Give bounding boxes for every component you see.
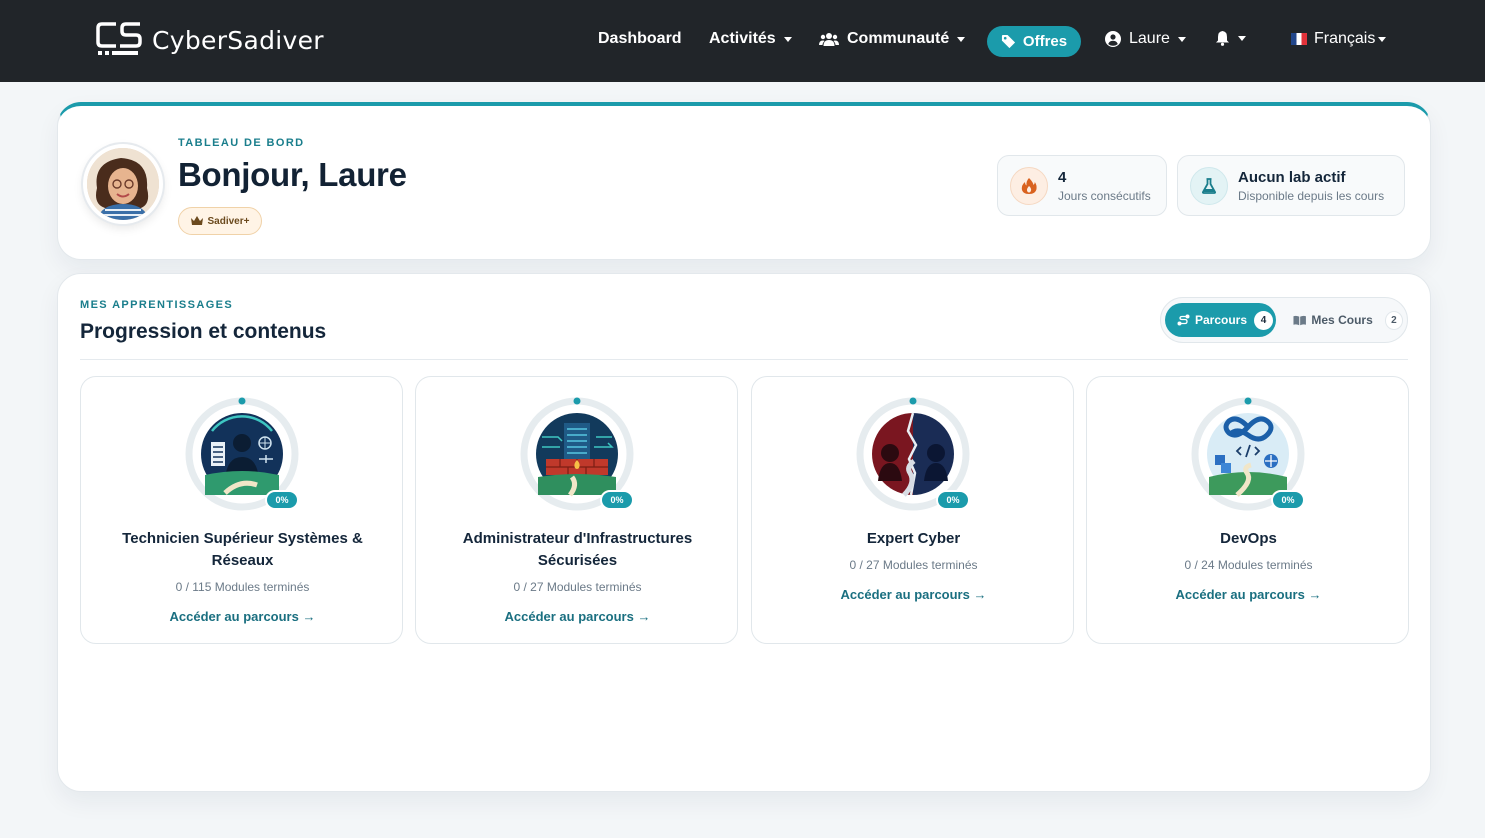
progress-badge: 0% bbox=[1271, 490, 1305, 510]
language-label: Français bbox=[1314, 30, 1376, 47]
caret-down-icon bbox=[1238, 35, 1246, 41]
nav-dashboard-label: Dashboard bbox=[598, 30, 682, 47]
section-divider bbox=[80, 359, 1408, 360]
path-card-devops[interactable]: 0% DevOps 0 / 24 Modules terminés Accéde… bbox=[1086, 376, 1409, 644]
progress-badge: 0% bbox=[600, 490, 634, 510]
lab-stat[interactable]: Aucun lab actif Disponible depuis les co… bbox=[1177, 155, 1405, 216]
tag-icon bbox=[1001, 34, 1015, 49]
arrow-right-icon: → bbox=[302, 609, 316, 624]
tab-parcours[interactable]: Parcours 4 bbox=[1165, 303, 1276, 337]
caret-down-icon bbox=[957, 36, 966, 42]
subscription-badge-label: Sadiver+ bbox=[207, 215, 250, 227]
arrow-right-icon: → bbox=[637, 609, 651, 624]
nav-activites-label: Activités bbox=[709, 30, 776, 47]
book-open-icon bbox=[1293, 315, 1306, 325]
brand-name: CyberSadiver bbox=[152, 25, 324, 55]
path-modules: 0 / 24 Modules terminés bbox=[1184, 558, 1313, 572]
crown-icon bbox=[190, 216, 203, 225]
nav-user-dropdown[interactable]: Laure bbox=[1105, 30, 1186, 48]
path-cta-label: Accéder au parcours bbox=[169, 609, 299, 624]
users-icon bbox=[819, 32, 839, 46]
top-navbar: CyberSadiver Dashboard Activités Communa… bbox=[0, 0, 1485, 82]
lab-value: Aucun lab actif bbox=[1238, 168, 1346, 186]
path-title: Technicien Supérieur Systèmes & Réseaux bbox=[122, 530, 363, 569]
tab-mes-cours[interactable]: Mes Cours 2 bbox=[1289, 303, 1403, 337]
user-circle-icon bbox=[1105, 31, 1121, 47]
path-card-ais[interactable]: 0% Administrateur d'Infrastructures Sécu… bbox=[415, 376, 738, 644]
page-title: Bonjour, Laure bbox=[178, 156, 407, 193]
path-cta-link[interactable]: Accéder au parcours → bbox=[772, 587, 1055, 602]
route-icon bbox=[1177, 314, 1190, 326]
tab-mes-cours-label: Mes Cours bbox=[1311, 313, 1373, 327]
nav-dashboard[interactable]: Dashboard bbox=[598, 30, 682, 48]
subscription-badge: Sadiver+ bbox=[178, 207, 262, 235]
path-modules: 0 / 27 Modules terminés bbox=[849, 558, 978, 572]
brand[interactable]: CyberSadiver bbox=[96, 20, 324, 60]
path-cta-label: Accéder au parcours bbox=[840, 587, 970, 602]
path-modules: 0 / 27 Modules terminés bbox=[513, 580, 642, 594]
user-photo bbox=[87, 148, 159, 220]
streak-value: 4 bbox=[1058, 168, 1067, 186]
nav-user-label: Laure bbox=[1129, 30, 1170, 47]
fire-icon bbox=[1010, 166, 1048, 205]
path-cta-label: Accéder au parcours bbox=[504, 609, 634, 624]
tab-mes-cours-count: 2 bbox=[1384, 310, 1403, 330]
flask-icon bbox=[1190, 166, 1228, 205]
path-title: Expert Cyber bbox=[866, 530, 961, 547]
progress-badge: 0% bbox=[265, 490, 299, 510]
tab-parcours-count: 4 bbox=[1254, 310, 1274, 330]
arrow-right-icon: → bbox=[973, 587, 987, 602]
caret-down-icon bbox=[1378, 36, 1387, 42]
section-title: Progression et contenus bbox=[80, 320, 327, 343]
streak-label: Jours consécutifs bbox=[1058, 188, 1151, 203]
nav-communaute-label: Communauté bbox=[847, 30, 950, 47]
path-title: DevOps bbox=[1220, 530, 1277, 547]
page-eyebrow: TABLEAU DE BORD bbox=[178, 137, 305, 149]
offres-button[interactable]: Offres bbox=[987, 26, 1081, 57]
streak-stat: 4 Jours consécutifs bbox=[997, 155, 1167, 216]
nav-communaute-dropdown[interactable]: Communauté bbox=[819, 30, 966, 48]
content-toggle: Parcours 4 Mes Cours 2 bbox=[1160, 297, 1408, 343]
arrow-right-icon: → bbox=[1308, 587, 1322, 602]
language-dropdown[interactable]: Français bbox=[1291, 30, 1387, 48]
path-title: Administrateur d'Infrastructures Sécuris… bbox=[462, 530, 693, 569]
path-cta-link[interactable]: Accéder au parcours → bbox=[101, 609, 384, 624]
brand-logo-icon bbox=[96, 22, 142, 55]
offres-label: Offres bbox=[1022, 33, 1068, 50]
caret-down-icon bbox=[783, 36, 792, 42]
path-cta-link[interactable]: Accéder au parcours → bbox=[1107, 587, 1390, 602]
caret-down-icon bbox=[1177, 36, 1186, 42]
nav-activites-dropdown[interactable]: Activités bbox=[709, 30, 792, 48]
avatar[interactable] bbox=[83, 144, 163, 224]
learning-card: MES APPRENTISSAGES Progression et conten… bbox=[57, 273, 1431, 792]
path-cta-link[interactable]: Accéder au parcours → bbox=[436, 609, 719, 624]
path-card-tssr[interactable]: 0% Technicien Supérieur Systèmes & Résea… bbox=[80, 376, 403, 644]
notifications-dropdown[interactable] bbox=[1215, 30, 1246, 46]
path-cta-label: Accéder au parcours bbox=[1175, 587, 1305, 602]
dashboard-header-card: TABLEAU DE BORD Bonjour, Laure Sadiver+ … bbox=[57, 102, 1431, 260]
path-card-expert-cyber[interactable]: 0% Expert Cyber 0 / 27 Modules terminés … bbox=[751, 376, 1074, 644]
section-eyebrow: MES APPRENTISSAGES bbox=[80, 299, 234, 311]
tab-parcours-label: Parcours bbox=[1195, 313, 1248, 327]
path-modules: 0 / 115 Modules terminés bbox=[175, 580, 310, 594]
lab-label: Disponible depuis les cours bbox=[1238, 188, 1385, 203]
flag-fr-icon bbox=[1291, 33, 1307, 45]
progress-badge: 0% bbox=[936, 490, 970, 510]
bell-icon bbox=[1216, 31, 1229, 46]
